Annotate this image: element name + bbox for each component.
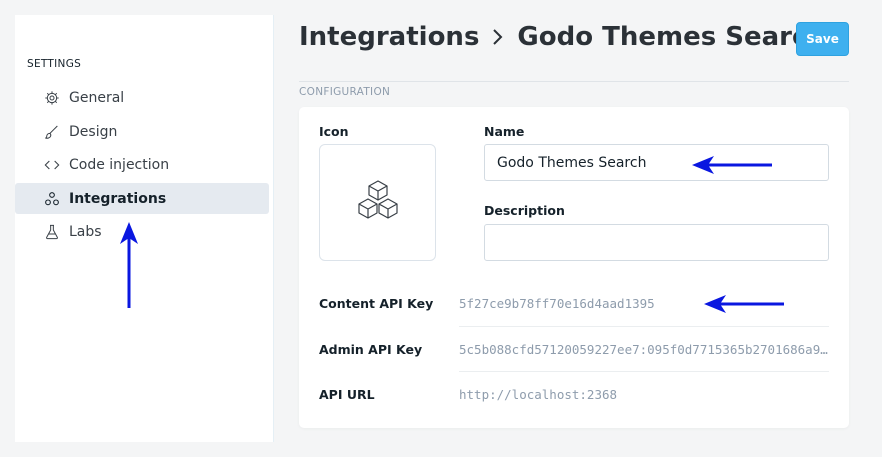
sidebar-item-labs[interactable]: Labs — [15, 216, 269, 247]
sidebar-item-label: General — [69, 89, 125, 106]
brush-icon — [43, 123, 61, 141]
breadcrumb-current: Godo Themes Search — [517, 22, 826, 52]
page-title: Integrations Godo Themes Search — [299, 22, 826, 52]
section-label: CONFIGURATION — [299, 86, 391, 98]
code-icon — [43, 156, 61, 174]
annotation-arrow-up-icon — [120, 222, 138, 308]
api-url-value[interactable]: http://localhost:2368 — [459, 387, 829, 402]
sidebar-item-label: Code injection — [69, 156, 170, 173]
icon-upload[interactable] — [319, 144, 436, 261]
header-divider — [299, 81, 849, 82]
annotation-arrow-left-icon — [692, 156, 772, 174]
admin-api-key-row: Admin API Key 5c5b088cfd57120059227ee7:0… — [319, 327, 829, 372]
sidebar-item-code-injection[interactable]: Code injection — [15, 149, 269, 180]
save-button[interactable]: Save — [796, 22, 849, 56]
chevron-right-icon — [491, 27, 505, 47]
sidebar-item-general[interactable]: General — [15, 82, 269, 113]
annotation-arrow-left-icon — [704, 295, 784, 313]
settings-sidebar: SETTINGS General Design Code injection I… — [15, 15, 274, 442]
api-url-label: API URL — [319, 387, 375, 402]
sidebar-heading: SETTINGS — [27, 58, 82, 70]
description-input[interactable] — [484, 224, 829, 261]
name-label: Name — [484, 124, 525, 139]
sidebar-item-design[interactable]: Design — [15, 116, 269, 147]
integrations-icon — [43, 190, 61, 208]
content-api-key-label: Content API Key — [319, 296, 434, 311]
sidebar-item-label: Design — [69, 123, 118, 140]
flask-icon — [43, 223, 61, 241]
admin-api-key-value[interactable]: 5c5b088cfd57120059227ee7:095f0d7715365b2… — [459, 342, 829, 357]
sidebar-item-integrations[interactable]: Integrations — [15, 183, 269, 214]
admin-api-key-label: Admin API Key — [319, 342, 423, 357]
name-input[interactable]: Godo Themes Search — [484, 144, 829, 181]
cubes-icon — [354, 179, 402, 227]
description-label: Description — [484, 203, 565, 218]
api-url-row: API URL http://localhost:2368 — [319, 372, 829, 417]
icon-label: Icon — [319, 124, 349, 139]
breadcrumb-parent[interactable]: Integrations — [299, 22, 479, 52]
sidebar-item-label: Integrations — [69, 190, 167, 207]
gear-icon — [43, 89, 61, 107]
sidebar-item-label: Labs — [69, 223, 102, 240]
